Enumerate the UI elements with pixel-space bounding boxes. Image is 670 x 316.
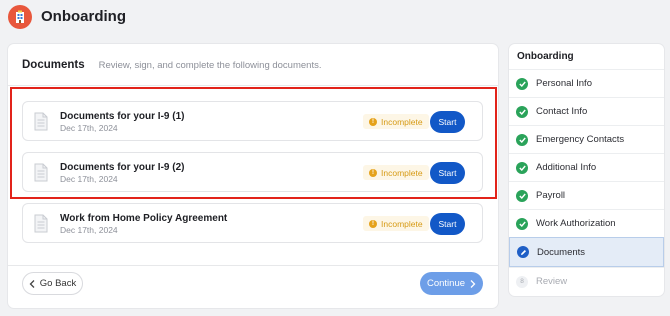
continue-button[interactable]: Continue	[420, 272, 483, 295]
status-label: Incomplete	[381, 116, 423, 127]
documents-subtitle: Review, sign, and complete the following…	[98, 60, 322, 71]
step-number: 8	[516, 275, 528, 288]
go-back-label: Go Back	[39, 278, 77, 289]
pencil-icon	[517, 246, 529, 258]
document-row[interactable]: Documents for your I-9 (2) Dec 17th, 202…	[22, 152, 483, 192]
onboarding-steps-panel: Onboarding Personal Info Contact Info Em…	[509, 44, 664, 296]
go-back-button[interactable]: Go Back	[22, 272, 83, 295]
document-name: Documents for your I-9 (1)	[60, 111, 185, 122]
step-label: Additional Info	[536, 162, 597, 173]
status-label: Incomplete	[381, 218, 423, 229]
step-label: Payroll	[536, 190, 566, 201]
step-label: Personal Info	[536, 78, 592, 89]
step-payroll[interactable]: Payroll	[509, 181, 664, 209]
start-button[interactable]: Start	[430, 111, 465, 133]
start-button[interactable]: Start	[430, 162, 465, 184]
footer-divider	[8, 265, 498, 266]
document-name: Documents for your I-9 (2)	[60, 162, 185, 173]
steps-title: Onboarding	[517, 51, 574, 62]
check-circle-icon	[516, 105, 528, 118]
documents-card: Documents Review, sign, and complete the…	[8, 44, 498, 308]
check-circle-icon	[516, 161, 528, 174]
check-circle-icon	[516, 77, 528, 90]
step-documents[interactable]: Documents	[509, 237, 664, 267]
chevron-left-icon	[29, 279, 35, 288]
step-label: Review	[536, 276, 568, 287]
documents-title: Documents	[22, 59, 85, 71]
step-personal-info[interactable]: Personal Info	[509, 69, 664, 97]
status-label: Incomplete	[381, 167, 423, 178]
step-label: Contact Info	[536, 106, 588, 117]
check-circle-icon	[516, 217, 528, 230]
check-circle-icon	[516, 189, 528, 202]
continue-label: Continue	[426, 278, 466, 289]
step-review[interactable]: 8 Review	[509, 267, 664, 295]
check-circle-icon	[516, 133, 528, 146]
step-additional-info[interactable]: Additional Info	[509, 153, 664, 181]
status-badge: ! Incomplete	[363, 165, 429, 180]
step-label: Work Authorization	[536, 218, 616, 229]
step-label: Documents	[537, 246, 586, 258]
step-emergency-contacts[interactable]: Emergency Contacts	[509, 125, 664, 153]
warning-icon: !	[369, 219, 377, 228]
document-name: Work from Home Policy Agreement	[60, 213, 228, 224]
header-divider	[8, 85, 498, 86]
warning-icon: !	[369, 168, 377, 177]
documents-header: Documents Review, sign, and complete the…	[22, 59, 321, 75]
step-work-authorization[interactable]: Work Authorization	[509, 209, 664, 237]
document-row[interactable]: Documents for your I-9 (1) Dec 17th, 202…	[22, 101, 483, 141]
step-contact-info[interactable]: Contact Info	[509, 97, 664, 125]
document-icon	[34, 112, 48, 131]
page-title: Onboarding	[41, 8, 126, 25]
document-icon	[34, 214, 48, 233]
step-label: Emergency Contacts	[536, 134, 625, 145]
document-date: Dec 17th, 2024	[60, 174, 118, 184]
app-header: Onboarding	[0, 0, 670, 36]
warning-icon: !	[369, 117, 377, 126]
document-row[interactable]: Work from Home Policy Agreement Dec 17th…	[22, 203, 483, 243]
document-date: Dec 17th, 2024	[60, 123, 118, 133]
document-icon	[34, 163, 48, 182]
chevron-right-icon	[470, 279, 476, 288]
status-badge: ! Incomplete	[363, 114, 429, 129]
start-button[interactable]: Start	[430, 213, 465, 235]
document-date: Dec 17th, 2024	[60, 225, 118, 235]
status-badge: ! Incomplete	[363, 216, 429, 231]
building-badge-icon	[8, 5, 32, 29]
